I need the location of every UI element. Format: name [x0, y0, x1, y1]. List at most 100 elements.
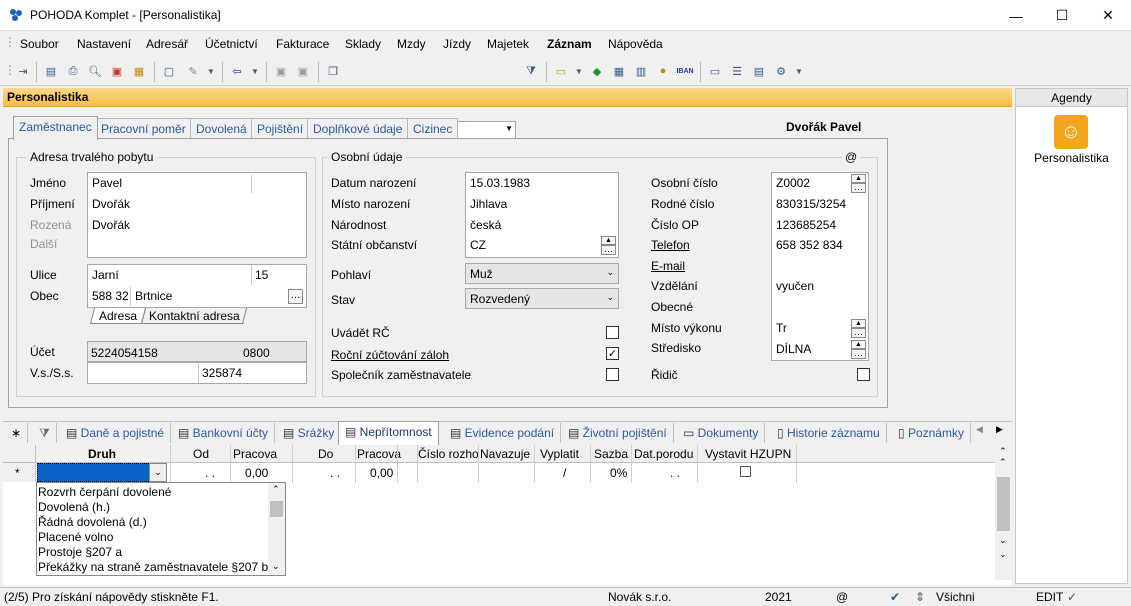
menu-jizdy[interactable]: Jízdy — [443, 37, 471, 51]
kod-banky-field[interactable]: 0800 — [243, 346, 270, 360]
tab-doplnkove-udaje[interactable]: Doplňkové údaje — [307, 118, 409, 140]
new-record-icon[interactable]: ▢ — [160, 62, 178, 80]
dropdown-scrollbar[interactable]: ⌃ ⌄ — [268, 483, 285, 575]
obec-lookup-button[interactable]: … — [288, 289, 303, 304]
telefon-field[interactable]: 658 352 834 — [776, 238, 843, 252]
rocni-zuctovani-checkbox[interactable]: ✓ — [606, 347, 619, 360]
status-at-icon[interactable]: @ — [836, 590, 848, 604]
col-vyplatit[interactable]: Vyplatit — [540, 447, 579, 461]
ucet-field[interactable]: 5224054158 — [91, 346, 158, 360]
tab-historie-zaznamu[interactable]: ▯ Historie záznamu — [771, 423, 887, 443]
copy-records-icon[interactable]: ▤ — [42, 62, 60, 80]
col-pracova-2[interactable]: Pracova — [357, 447, 401, 461]
stav-select[interactable]: Rozvedený ⌄ — [465, 288, 619, 309]
tab-srazky[interactable]: ▤ Srážky — [277, 423, 342, 443]
datum-narozeni-field[interactable]: 15.03.1983 — [470, 176, 530, 190]
tabs-scroll-left-icon[interactable]: ◀ — [976, 424, 983, 435]
dropdown-item[interactable]: Placené volno — [38, 530, 113, 544]
filter-tab-icon[interactable]: ⧩ — [33, 423, 57, 443]
narodnost-field[interactable]: česká — [470, 218, 501, 232]
menu-soubor[interactable]: Soubor — [20, 37, 59, 51]
scroll-up-icon[interactable]: ⌃ — [999, 457, 1007, 468]
od-cell[interactable]: . . — [205, 466, 215, 480]
col-cislo-rozhodnuti[interactable]: Číslo rozho — [418, 447, 479, 461]
scroll-bottom-icon[interactable]: ⌄ — [999, 549, 1007, 560]
pdf-icon[interactable]: ▣ — [108, 62, 126, 80]
menu-adresar[interactable]: Adresář — [146, 37, 188, 51]
tab-pojisteni[interactable]: Pojištění — [251, 118, 310, 140]
personalistika-agenda-icon[interactable]: ☺ — [1054, 115, 1088, 149]
iban-icon[interactable]: IBAN — [676, 62, 694, 80]
col-pracova-1[interactable]: Pracova — [233, 447, 277, 461]
back-arrow-icon[interactable]: ⇦ — [228, 62, 246, 80]
scroll-down-icon[interactable]: ⌄ — [999, 535, 1007, 546]
menu-majetek[interactable]: Majetek — [487, 37, 529, 51]
obcanstvi-lookup-icon[interactable]: … — [601, 245, 616, 255]
print-icon[interactable]: ⎙ — [64, 62, 82, 80]
obcanstvi-field[interactable]: CZ — [470, 238, 486, 252]
menu-zaznam[interactable]: Záznam — [547, 37, 592, 51]
tab-neprítomnost[interactable]: ▤ Nepřítomnost — [338, 421, 439, 445]
dat-porodu-cell[interactable]: . . — [670, 466, 680, 480]
asterisk-tab[interactable]: ∗ — [5, 423, 29, 443]
maximize-button[interactable]: ☐ — [1039, 0, 1085, 31]
druh-dropdown-button[interactable]: ⌄ — [149, 463, 167, 482]
menu-napoveda[interactable]: Nápověda — [608, 37, 663, 51]
message-icon[interactable]: ▭ — [706, 62, 724, 80]
personalistika-agenda-label[interactable]: Personalistika — [1016, 151, 1127, 165]
menu-sklady[interactable]: Sklady — [345, 37, 381, 51]
folder-dropdown-icon[interactable]: ▼ — [570, 62, 588, 80]
sazba-cell[interactable]: 0% — [610, 466, 627, 480]
druh-cell-input[interactable] — [37, 463, 167, 482]
telefon-link[interactable]: Telefon — [651, 238, 690, 252]
pracova-1-cell[interactable]: 0,00 — [245, 466, 268, 480]
dropdown-item[interactable]: Překážky na straně zaměstnavatele §207 b — [38, 560, 268, 574]
filter-icon[interactable]: ⧩ — [522, 62, 540, 80]
ss-field[interactable]: 325874 — [202, 366, 242, 380]
minimize-button[interactable]: — — [993, 0, 1039, 31]
tab-dokumenty[interactable]: ▭ Dokumenty — [677, 423, 766, 443]
osobni-cislo-lookup-icon[interactable]: … — [851, 183, 866, 193]
grid-scrollbar[interactable]: ⌃ ⌃ ⌄ ⌄ — [995, 445, 1012, 580]
dropdown-item[interactable]: Rozvrh čerpání dovolené — [38, 485, 171, 499]
back-dropdown-icon[interactable]: ▼ — [246, 62, 264, 80]
menu-mzdy[interactable]: Mzdy — [397, 37, 426, 51]
tab-bankovni-ucty[interactable]: ▤ Bankovní účty — [172, 423, 276, 443]
stredisko-field[interactable]: DÍLNA — [776, 342, 811, 356]
cislo-op-field[interactable]: 123685254 — [776, 218, 836, 232]
obec-field[interactable]: Brtnice — [135, 289, 172, 303]
misto-vykonu-lookup-icon[interactable]: … — [851, 328, 866, 338]
pracova-2-cell[interactable]: 0,00 — [370, 466, 393, 480]
export-icon[interactable]: ▦ — [130, 62, 148, 80]
cislo-popisne-field[interactable]: 15 — [255, 268, 268, 282]
ridic-checkbox[interactable] — [857, 368, 870, 381]
uvadet-rc-checkbox[interactable] — [606, 326, 619, 339]
duplicate-icon[interactable]: ❐ — [324, 62, 342, 80]
dropdown-item[interactable]: Prostoje §207 a — [38, 545, 122, 559]
dropdown-item[interactable]: Řádná dovolená (d.) — [38, 515, 147, 529]
print-preview-icon[interactable]: 🔍︎ — [86, 62, 104, 80]
vyplatit-cell[interactable]: / — [563, 466, 566, 480]
rozena-field[interactable]: Dvořák — [92, 218, 130, 232]
jmeno-field[interactable]: Pavel — [92, 176, 122, 190]
col-sazba[interactable]: Sazba — [594, 447, 628, 461]
grid-scroll-thumb[interactable] — [997, 477, 1010, 531]
calculator-icon[interactable]: ▥ — [632, 62, 650, 80]
brush-dropdown-icon[interactable]: ▼ — [202, 62, 220, 80]
exit-icon[interactable]: ⇥ — [14, 62, 32, 80]
tabs-scroll-right-icon[interactable]: ▶ — [996, 424, 1003, 435]
tab-cizinec[interactable]: Cizinec — [407, 118, 459, 140]
tab-pracovni-pomer[interactable]: Pracovní poměr — [95, 118, 192, 140]
col-druh[interactable]: Druh — [88, 447, 116, 461]
cancel-edit-icon[interactable]: ▣ — [294, 62, 312, 80]
misto-vykonu-field[interactable]: Tr — [776, 321, 787, 335]
col-navazuje[interactable]: Navazuje — [480, 447, 530, 461]
folder-icon[interactable]: ▭ — [552, 62, 570, 80]
psc-field[interactable]: 588 32 — [92, 289, 129, 303]
col-od[interactable]: Od — [193, 447, 209, 461]
tools-dropdown-icon[interactable]: ▼ — [790, 62, 808, 80]
spolecnik-checkbox[interactable] — [606, 368, 619, 381]
tab-evidence-podani[interactable]: ▤ Evidence podání — [444, 423, 562, 443]
email-at-icon[interactable]: @ — [842, 150, 861, 164]
menu-fakturace[interactable]: Fakturace — [276, 37, 329, 51]
